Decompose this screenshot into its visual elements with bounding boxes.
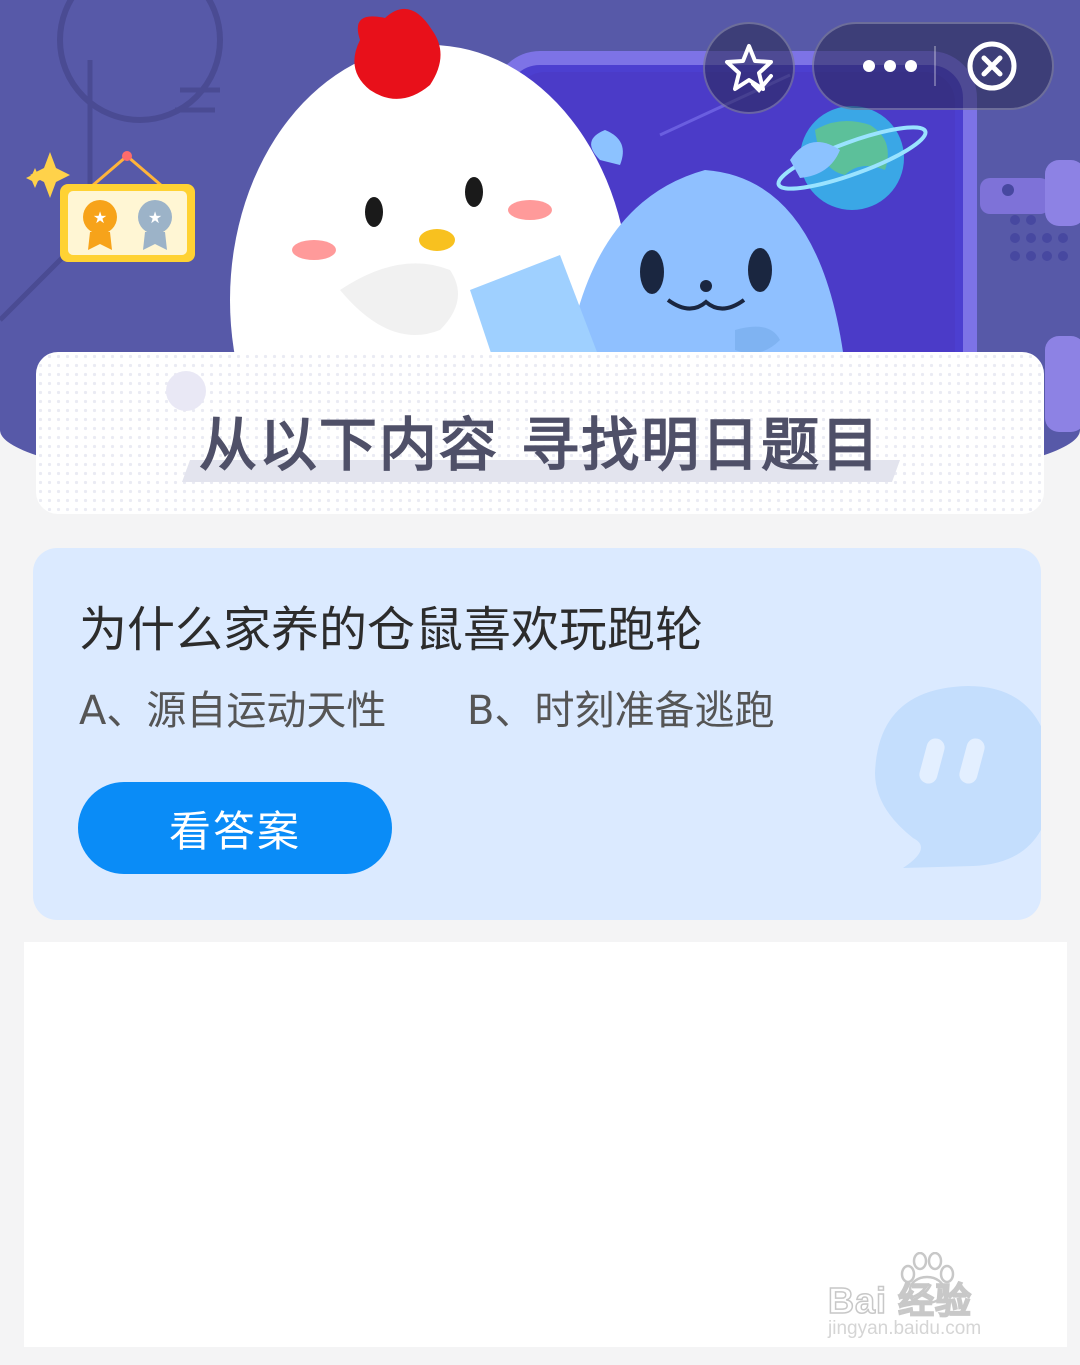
banner-title-card: 从以下内容 寻找明日题目: [36, 352, 1044, 514]
banner-title: 从以下内容 寻找明日题目: [36, 398, 1044, 482]
svg-text:★: ★: [148, 208, 162, 227]
baidu-watermark: Bai 经验 jingyan.baidu.com: [827, 1252, 1028, 1344]
option-b[interactable]: B、时刻准备逃跑: [467, 678, 774, 736]
star-check-icon: [725, 44, 773, 93]
close-circle-icon[interactable]: [966, 40, 1018, 92]
watermark-url: jingyan.baidu.com: [828, 1318, 982, 1339]
capsule-divider: [934, 46, 936, 86]
option-a[interactable]: A、源自运动天性: [79, 678, 386, 736]
mini-program-capsule: [812, 22, 1054, 110]
watermark-brand: Bai 经验: [827, 1279, 973, 1322]
favorite-button[interactable]: [703, 22, 795, 114]
view-answer-button[interactable]: 看答案: [78, 782, 392, 874]
more-dots-icon[interactable]: [848, 24, 932, 108]
question-card: 为什么家养的仓鼠喜欢玩跑轮 A、源自运动天性 B、时刻准备逃跑 看答案: [33, 548, 1041, 920]
question-title: 为什么家养的仓鼠喜欢玩跑轮: [79, 602, 704, 658]
chat-bubble-icon: [875, 686, 1041, 868]
svg-text:★: ★: [93, 208, 107, 227]
